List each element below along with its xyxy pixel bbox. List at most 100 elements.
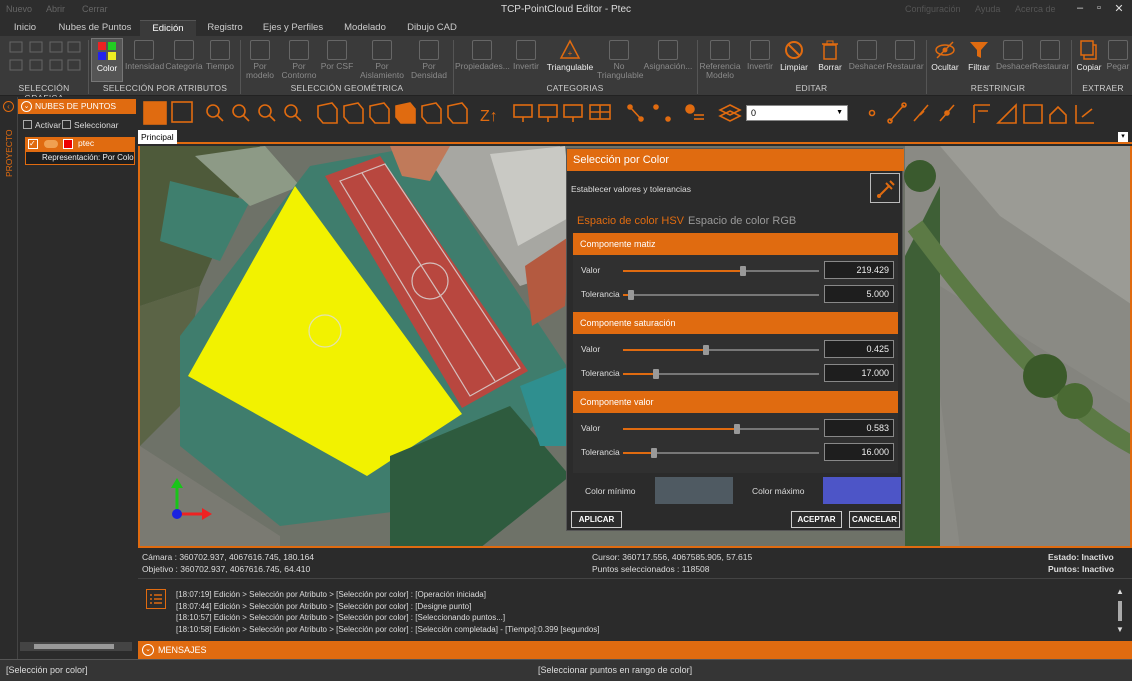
value-value-slider[interactable] xyxy=(623,424,819,434)
value-value-label: Valor xyxy=(581,423,601,433)
horizontal-scrollbar[interactable] xyxy=(20,642,132,651)
points-status: Puntos: Inactivo xyxy=(1048,564,1115,574)
color-selection-button[interactable]: Color xyxy=(91,38,123,82)
value-tolerance-input[interactable]: 16.000 xyxy=(824,443,894,461)
edit-restore-button[interactable]: Restaurar xyxy=(886,38,924,82)
edit-restore-icon xyxy=(895,40,915,60)
saturation-value-slider[interactable] xyxy=(623,345,819,355)
view-menu-icon[interactable]: ▾ xyxy=(1118,132,1128,142)
activar-checkbox[interactable] xyxy=(23,120,32,129)
saturation-value-input[interactable]: 0.425 xyxy=(824,340,894,358)
link-about[interactable]: Acerca de xyxy=(1015,4,1056,14)
project-strip[interactable]: ‹ PROYECTO xyxy=(0,97,18,659)
cloud-item-ptec[interactable]: ✓ ptec xyxy=(25,137,135,151)
log-list-icon[interactable] xyxy=(146,589,166,609)
tab-registro[interactable]: Registro xyxy=(200,20,250,36)
messages-label: MENSAJES xyxy=(158,645,207,655)
ribbon-separator xyxy=(1071,40,1072,94)
view-tab-bar: Principal ▾ xyxy=(138,130,1132,144)
value-value-input[interactable]: 0.583 xyxy=(824,419,894,437)
triangulable-button[interactable]: + Triangulable xyxy=(545,38,595,82)
hue-value-slider[interactable] xyxy=(623,266,819,276)
saturation-tolerance-slider[interactable] xyxy=(623,369,819,379)
link-help[interactable]: Ayuda xyxy=(975,4,1000,14)
assignment-button[interactable]: Asignación... xyxy=(643,38,693,82)
tab-modelado[interactable]: Modelado xyxy=(336,20,394,36)
intensity-button[interactable]: Intensidad xyxy=(125,38,164,82)
tab-ejes[interactable]: Ejes y Perfiles xyxy=(258,20,328,36)
hue-tolerance-input[interactable]: 5.000 xyxy=(824,285,894,303)
hue-tolerance-slider[interactable] xyxy=(623,290,819,300)
edit-invert-icon xyxy=(750,40,770,60)
slider-thumb[interactable] xyxy=(653,369,660,379)
time-button[interactable]: Tiempo xyxy=(204,38,236,82)
tab-principal[interactable]: Principal xyxy=(138,130,177,144)
close-icon[interactable]: ✕ xyxy=(1111,2,1127,15)
tab-edicion[interactable]: Edición xyxy=(140,20,196,36)
properties-button[interactable]: Propiedades... xyxy=(455,38,510,82)
cat-invert-button[interactable]: Invertir xyxy=(511,38,541,82)
maximize-icon[interactable]: ▫ xyxy=(1091,2,1107,14)
cancel-button[interactable]: CANCELAR xyxy=(849,511,900,528)
slider-thumb[interactable] xyxy=(651,448,658,458)
scroll-down-icon[interactable]: ▼ xyxy=(1116,625,1124,634)
graphic-selection-tools[interactable] xyxy=(4,38,84,82)
collapse-left-icon[interactable]: ‹ xyxy=(3,101,14,112)
eyedropper-button[interactable] xyxy=(870,173,900,203)
slider-thumb[interactable] xyxy=(739,266,746,276)
tab-inicio[interactable]: Inicio xyxy=(2,20,48,36)
color-max-swatch[interactable] xyxy=(823,477,901,504)
edit-invert-button[interactable]: Invertir xyxy=(744,38,776,82)
console-log: [18:07:19] Edición > Selección por Atrib… xyxy=(176,589,600,635)
seleccionar-checkbox[interactable] xyxy=(62,120,71,129)
scroll-thumb[interactable] xyxy=(34,644,114,649)
slider-thumb[interactable] xyxy=(734,424,741,434)
layer-dropdown[interactable]: 0 ▼ xyxy=(746,105,848,121)
delete-button[interactable]: Borrar xyxy=(814,38,846,82)
properties-label: Propiedades... xyxy=(455,61,510,71)
tab-hsv[interactable]: Espacio de color HSV xyxy=(577,215,684,227)
restrict-undo-button[interactable]: Deshacer xyxy=(996,38,1032,82)
slider-thumb[interactable] xyxy=(627,290,634,300)
by-contour-button[interactable]: Por Contorno xyxy=(280,38,318,82)
accept-button[interactable]: ACEPTAR xyxy=(791,511,842,528)
slider-thumb[interactable] xyxy=(703,345,710,355)
category-icon xyxy=(174,40,194,60)
by-csf-button[interactable]: Por CSF xyxy=(320,38,354,82)
hide-button[interactable]: Ocultar xyxy=(928,38,962,82)
clean-button[interactable]: Limpiar xyxy=(778,38,810,82)
console-scroll-thumb[interactable] xyxy=(1118,601,1122,621)
minimize-icon[interactable]: – xyxy=(1072,2,1088,14)
saturation-tolerance-input[interactable]: 17.000 xyxy=(824,364,894,382)
restrict-restore-button[interactable]: Restaurar xyxy=(1032,38,1070,82)
tab-nubes[interactable]: Nubes de Puntos xyxy=(54,20,136,36)
link-config[interactable]: Configuración xyxy=(905,4,961,14)
reference-model-button[interactable]: Referencia Modelo xyxy=(699,38,741,82)
by-isolation-button[interactable]: Por Aislamiento xyxy=(358,38,406,82)
expand-messages-icon[interactable]: ⌄ xyxy=(142,644,154,656)
paste-button[interactable]: Pegar xyxy=(1104,38,1132,82)
section-value-header: Componente valor xyxy=(573,391,898,413)
color-min-swatch[interactable] xyxy=(655,477,733,504)
tab-rgb[interactable]: Espacio de color RGB xyxy=(688,215,796,227)
restrict-restore-label: Restaurar xyxy=(1032,61,1070,71)
filter-button[interactable]: Filtrar xyxy=(964,38,994,82)
cloud-check-icon[interactable]: ✓ xyxy=(28,139,38,149)
messages-bar[interactable]: ⌄ MENSAJES xyxy=(138,641,1132,659)
no-triangulable-button[interactable]: No Triangulable xyxy=(597,38,643,82)
point-clouds-header[interactable]: ⌄ NUBES DE PUNTOS xyxy=(18,99,136,114)
value-tolerance-slider[interactable] xyxy=(623,448,819,458)
by-density-button[interactable]: Por Densidad xyxy=(408,38,450,82)
edit-undo-button[interactable]: Deshacer xyxy=(848,38,886,82)
by-model-button[interactable]: Por modelo xyxy=(242,38,278,82)
tab-dibujo-cad[interactable]: Dibujo CAD xyxy=(402,20,462,36)
scroll-up-icon[interactable]: ▲ xyxy=(1116,587,1124,596)
collapse-icon[interactable]: ⌄ xyxy=(21,101,32,112)
hue-value-input[interactable]: 219.429 xyxy=(824,261,894,279)
copy-button[interactable]: Copiar xyxy=(1074,38,1104,82)
apply-button[interactable]: APLICAR xyxy=(571,511,622,528)
slider-fill xyxy=(623,452,655,454)
category-button[interactable]: Categoría xyxy=(165,38,203,82)
cloud-color-swatch[interactable] xyxy=(63,139,73,149)
edit-invert-label: Invertir xyxy=(747,61,773,71)
